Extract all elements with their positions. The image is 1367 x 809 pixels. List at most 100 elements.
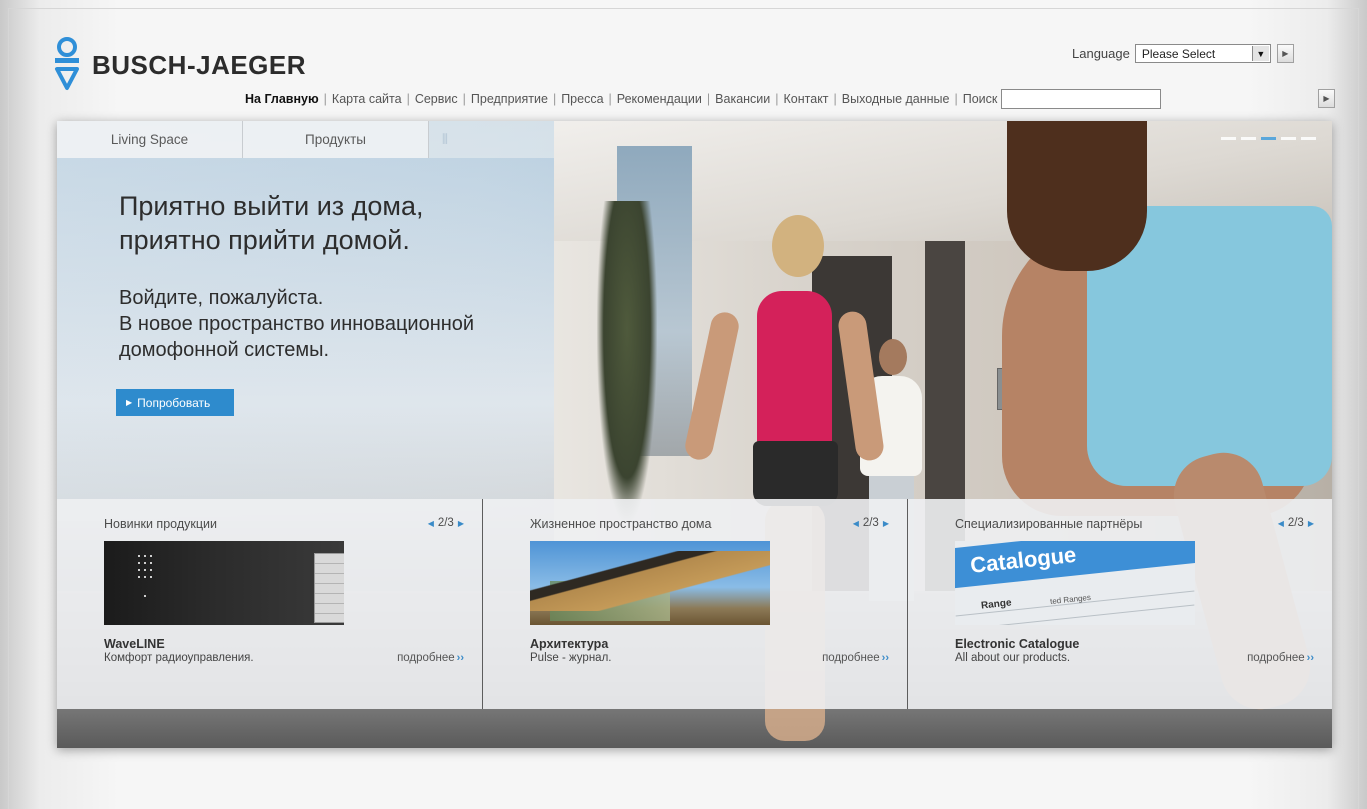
nav-separator: | [706,92,711,106]
nav-item-home[interactable]: На Главную [245,92,319,106]
slider-dot[interactable] [1301,137,1316,140]
page-border-top [8,8,1359,9]
arrow-right-icon: ▶ [1323,94,1330,103]
waveline-keypad [134,549,158,607]
teaser-more-label: подробнее [397,652,455,664]
teaser-living-space: Жизненное пространство дома ◀ 2/3 ▶ Архи… [482,499,907,709]
teaser-image-architecture[interactable] [530,541,770,625]
nav-item-company[interactable]: Предприятие [471,92,548,106]
nav-separator: | [462,92,466,106]
waveline-device [314,553,344,623]
search-go-button[interactable]: ▶ [1318,89,1335,108]
teaser-image-catalogue[interactable]: Catalogue Range ted Ranges [955,541,1195,625]
teaser-description: All about our products. [955,652,1071,664]
nav-item-vacancies[interactable]: Вакансии [715,92,770,106]
nav-item-service[interactable]: Сервис [415,92,458,106]
try-button[interactable]: ▶ Попробовать [116,389,234,416]
slider-pagination [1221,137,1316,140]
teaser-partners: Специализированные партнёры ◀ 2/3 ▶ Cata… [907,499,1332,709]
arrow-left-icon[interactable]: ◀ [1278,519,1284,528]
language-select-value: Please Select [1141,46,1216,61]
tab-living-space[interactable]: Living Space [57,121,243,158]
teaser-title: Специализированные партнёры [955,517,1143,531]
nav-item-press[interactable]: Пресса [561,92,603,106]
language-select[interactable]: Please Select ▼ [1134,44,1271,63]
double-chevron-right-icon: ›› [456,652,464,664]
slider-dot-active[interactable] [1261,137,1276,140]
nav-separator: | [323,92,327,106]
architecture-roof [530,551,770,611]
nav-separator: | [954,92,958,106]
nav-separator: | [406,92,410,106]
hero-photo-woman-foreground-hair [1007,121,1147,271]
teaser-pager: ◀ 2/3 ▶ [428,517,464,529]
hero-photo-tree [597,201,657,521]
hero-headline: Приятно выйти из дома, приятно прийти до… [119,189,424,257]
nav-separator: | [775,92,779,106]
arrow-right-icon[interactable]: ▶ [458,519,464,528]
teaser-title: Жизненное пространство дома [530,517,712,531]
teaser-pager: ◀ 2/3 ▶ [1278,517,1314,529]
chevron-down-icon[interactable]: ▼ [1251,46,1269,61]
nav-separator: | [833,92,837,106]
nav-item-imprint[interactable]: Выходные данные [842,92,950,106]
search-input[interactable] [1001,89,1162,109]
arrow-right-icon: ▶ [126,398,133,407]
nav-item-contact[interactable]: Контакт [784,92,829,106]
teaser-panels: Новинки продукции ◀ 2/3 ▶ WaveLINE Комфо… [57,499,1332,709]
nav-item-sitemap[interactable]: Карта сайта [332,92,402,106]
arrow-left-icon[interactable]: ◀ [428,519,434,528]
teaser-more-link[interactable]: подробнее ›› [1247,652,1314,664]
brand-name: BUSCH-JAEGER [92,49,307,80]
hero-subtitle-line: Войдите, пожалуйста. [119,287,324,309]
teaser-description: Комфорт радиоуправления. [104,652,254,664]
slider-dot[interactable] [1221,137,1236,140]
teaser-name[interactable]: Electronic Catalogue [955,637,1079,651]
teaser-description: Pulse - журнал. [530,652,612,664]
teaser-pager: ◀ 2/3 ▶ [853,517,889,529]
top-navigation: На Главную | Карта сайта | Сервис | Пред… [245,89,1162,109]
teaser-image-waveline[interactable] [104,541,344,625]
nav-separator: | [608,92,612,106]
hero-subtitle: Войдите, пожалуйста. В новое пространств… [119,285,474,363]
language-label: Language [1072,46,1130,61]
hero-photo-man-head [879,339,907,375]
nav-item-recommendations[interactable]: Рекомендации [617,92,702,106]
language-go-button[interactable]: ▶ [1276,44,1294,63]
teaser-name[interactable]: WaveLINE [104,637,165,651]
arrow-left-icon[interactable]: ◀ [853,519,859,528]
hero-photo-woman-runner-shorts [753,441,838,506]
teaser-pager-value: 2/3 [1287,517,1304,529]
teaser-name[interactable]: Архитектура [530,637,608,651]
hero-banner: Living Space Продукты ⦀ Приятно выйти из… [57,121,1332,748]
arrow-right-icon[interactable]: ▶ [883,519,889,528]
double-chevron-right-icon: ›› [1306,652,1314,664]
teaser-more-label: подробнее [822,652,880,664]
language-selector-row: Language Please Select ▼ ▶ [1072,44,1294,63]
teaser-more-link[interactable]: подробнее ›› [397,652,464,664]
nav-item-search-label: Поиск [962,92,998,106]
hero-tabs: Living Space Продукты ⦀ [57,121,554,158]
slider-dot[interactable] [1281,137,1296,140]
teaser-more-link[interactable]: подробнее ›› [822,652,889,664]
slider-dot[interactable] [1241,137,1256,140]
page-border-right [1358,8,1359,809]
hero-headline-line: Приятно выйти из дома, [119,191,424,221]
teaser-more-label: подробнее [1247,652,1305,664]
teaser-pager-value: 2/3 [862,517,879,529]
hero-photo-woman-runner-head [772,215,824,277]
tab-handle[interactable]: ⦀ [429,121,554,158]
teaser-pager-value: 2/3 [437,517,454,529]
busch-jaeger-logo-icon [55,37,79,90]
teaser-title: Новинки продукции [104,517,217,531]
teaser-new-products: Новинки продукции ◀ 2/3 ▶ WaveLINE Комфо… [57,499,482,709]
page-border-left [8,8,9,809]
grip-icon: ⦀ [441,131,448,147]
arrow-right-icon[interactable]: ▶ [1308,519,1314,528]
arrow-right-icon: ▶ [1282,49,1289,58]
hero-subtitle-line: В новое пространство инновационной [119,313,475,335]
hero-photo-woman-runner-top [757,291,832,461]
nav-separator: | [552,92,557,106]
tab-products[interactable]: Продукты [243,121,429,158]
double-chevron-right-icon: ›› [881,652,889,664]
